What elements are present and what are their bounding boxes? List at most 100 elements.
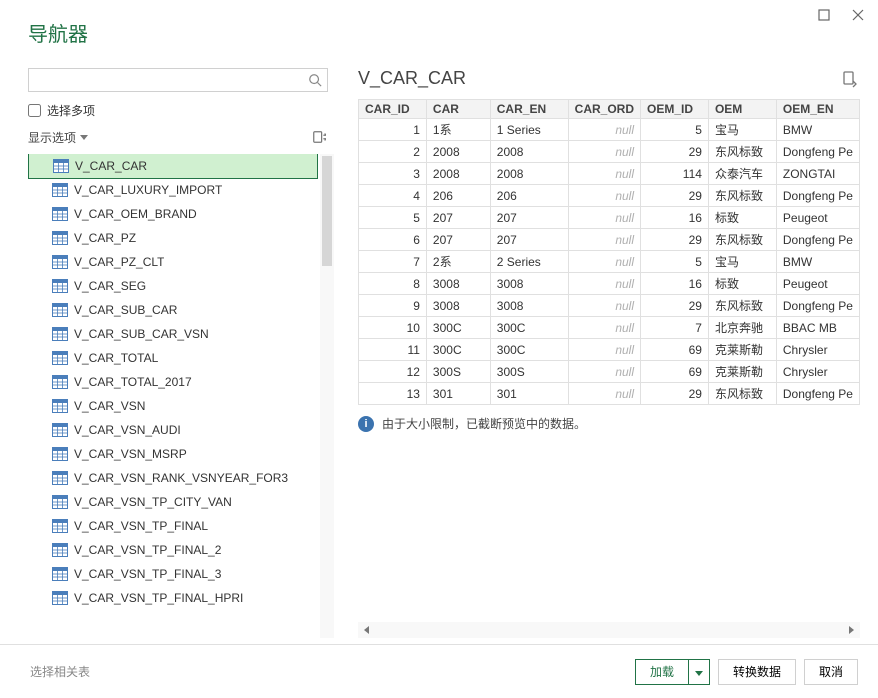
select-multiple-checkbox[interactable]: 选择多项 [28, 102, 340, 119]
select-multiple-label: 选择多项 [47, 102, 95, 119]
cell: 206 [490, 185, 568, 207]
preview-title: V_CAR_CAR [358, 68, 466, 89]
footer: 选择相关表 加载 转换数据 取消 [0, 644, 878, 698]
maximize-button[interactable] [816, 7, 832, 23]
tree-item[interactable]: V_CAR_PZ [28, 226, 318, 250]
tree-item[interactable]: V_CAR_LUXURY_IMPORT [28, 178, 318, 202]
search-input[interactable] [28, 68, 328, 92]
tree-item[interactable]: V_CAR_VSN_TP_FINAL_HPRI [28, 586, 318, 610]
tree-item-label: V_CAR_CAR [75, 159, 147, 173]
table-row[interactable]: 4206206null29东风标致Dongfeng Pe [359, 185, 860, 207]
table-row[interactable]: 6207207null29东风标致Dongfeng Pe [359, 229, 860, 251]
select-related-tables-link[interactable]: 选择相关表 [30, 663, 90, 680]
cell: 16 [641, 273, 709, 295]
cell: 2系 [426, 251, 490, 273]
preview-horizontal-scrollbar[interactable] [358, 622, 860, 638]
cell: 300S [490, 361, 568, 383]
cell: 5 [641, 251, 709, 273]
cell: 2008 [426, 163, 490, 185]
tree-item[interactable]: V_CAR_TOTAL [28, 346, 318, 370]
tree-item[interactable]: V_CAR_VSN_TP_FINAL [28, 514, 318, 538]
cancel-button[interactable]: 取消 [804, 659, 858, 685]
table-row[interactable]: 11300C300Cnull69克莱斯勒Chrysler [359, 339, 860, 361]
scroll-right-icon[interactable] [842, 622, 860, 638]
tree-item[interactable]: V_CAR_OEM_BRAND [28, 202, 318, 226]
table-row[interactable]: 830083008null16标致Peugeot [359, 273, 860, 295]
table-row[interactable]: 5207207null16标致Peugeot [359, 207, 860, 229]
cell: 1系 [426, 119, 490, 141]
cell: 300C [490, 317, 568, 339]
column-header[interactable]: OEM_EN [776, 100, 859, 119]
search-icon[interactable] [306, 71, 324, 89]
tree-vertical-scrollbar[interactable] [320, 154, 334, 638]
tree-item[interactable]: V_CAR_VSN [28, 394, 318, 418]
table-row[interactable]: 930083008null29东风标致Dongfeng Pe [359, 295, 860, 317]
cell: 宝马 [708, 251, 776, 273]
cell: 13 [359, 383, 427, 405]
column-header[interactable]: CAR [426, 100, 490, 119]
cell: 北京奔驰 [708, 317, 776, 339]
close-button[interactable] [850, 7, 866, 23]
table-row[interactable]: 10300C300Cnull7北京奔驰BBAC MB [359, 317, 860, 339]
table-row[interactable]: 11系1 Seriesnull5宝马BMW [359, 119, 860, 141]
cell: 1 Series [490, 119, 568, 141]
tree-item[interactable]: V_CAR_SUB_CAR [28, 298, 318, 322]
tree-item-label: V_CAR_SUB_CAR_VSN [74, 327, 209, 341]
tree-item[interactable]: V_CAR_VSN_TP_CITY_VAN [28, 490, 318, 514]
table-icon [52, 375, 68, 389]
display-options-dropdown[interactable]: 显示选项 [28, 129, 88, 146]
tree-item-label: V_CAR_PZ_CLT [74, 255, 164, 269]
tree-item[interactable]: V_CAR_SEG [28, 274, 318, 298]
tree-item-label: V_CAR_VSN [74, 399, 145, 413]
tree-item-label: V_CAR_PZ [74, 231, 136, 245]
scrollbar-thumb[interactable] [322, 156, 332, 266]
cell: BBAC MB [776, 317, 859, 339]
transform-data-button[interactable]: 转换数据 [718, 659, 796, 685]
tree-item-label: V_CAR_SEG [74, 279, 146, 293]
cell: null [568, 185, 640, 207]
tree-item[interactable]: V_CAR_VSN_TP_FINAL_2 [28, 538, 318, 562]
table-icon [52, 447, 68, 461]
column-header[interactable]: OEM [708, 100, 776, 119]
select-multiple-input[interactable] [28, 104, 41, 117]
cell: 16 [641, 207, 709, 229]
table-row[interactable]: 12300S300Snull69克莱斯勒Chrysler [359, 361, 860, 383]
table-row[interactable]: 72系2 Seriesnull5宝马BMW [359, 251, 860, 273]
preview-table: CAR_IDCARCAR_ENCAR_ORDOEM_IDOEMOEM_EN 11… [358, 99, 860, 405]
cell: 29 [641, 383, 709, 405]
tree-item[interactable]: V_CAR_CAR [28, 154, 318, 179]
tree-item[interactable]: V_CAR_PZ_CLT [28, 250, 318, 274]
cell: 4 [359, 185, 427, 207]
cell: 5 [359, 207, 427, 229]
tree-item[interactable]: V_CAR_VSN_RANK_VSNYEAR_FOR3 [28, 466, 318, 490]
cell: 标致 [708, 207, 776, 229]
tree-item[interactable]: V_CAR_VSN_MSRP [28, 442, 318, 466]
navigator-tree[interactable]: V_CAR_CAR V_CAR_LUXURY_IMPORTV_CAR_OEM_BR… [28, 154, 318, 638]
table-row[interactable]: 320082008null114众泰汽车ZONGTAI [359, 163, 860, 185]
column-header[interactable]: OEM_ID [641, 100, 709, 119]
scroll-left-icon[interactable] [358, 622, 376, 638]
column-header[interactable]: CAR_EN [490, 100, 568, 119]
load-button[interactable]: 加载 [635, 659, 689, 685]
column-header[interactable]: CAR_ORD [568, 100, 640, 119]
table-icon [52, 231, 68, 245]
table-row[interactable]: 220082008null29东风标致Dongfeng Pe [359, 141, 860, 163]
cell: 29 [641, 185, 709, 207]
window-controls [816, 0, 878, 30]
tree-item[interactable]: V_CAR_VSN_TP_FINAL_3 [28, 562, 318, 586]
column-header[interactable]: CAR_ID [359, 100, 427, 119]
table-row[interactable]: 13301301null29东风标致Dongfeng Pe [359, 383, 860, 405]
cell: 8 [359, 273, 427, 295]
table-icon [52, 207, 68, 221]
search-box [28, 68, 328, 92]
tree-item[interactable]: V_CAR_VSN_AUDI [28, 418, 318, 442]
cell: Dongfeng Pe [776, 141, 859, 163]
load-dropdown-button[interactable] [689, 659, 710, 685]
tree-item[interactable]: V_CAR_TOTAL_2017 [28, 370, 318, 394]
refresh-tree-icon[interactable] [312, 130, 328, 146]
cell: 5 [641, 119, 709, 141]
cell: 6 [359, 229, 427, 251]
preview-options-icon[interactable] [842, 70, 860, 88]
tree-item[interactable]: V_CAR_SUB_CAR_VSN [28, 322, 318, 346]
cell: 207 [426, 207, 490, 229]
